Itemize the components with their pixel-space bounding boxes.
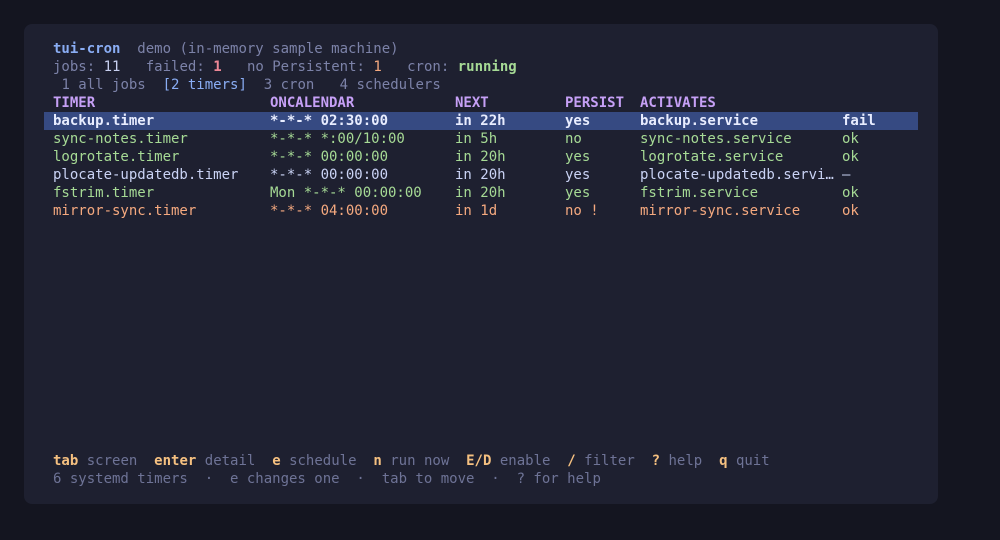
oncalendar-cell: *-*-* *:00/10:00 xyxy=(270,131,405,147)
key-quit-desc: quit xyxy=(735,453,770,469)
title-line: tui-cron demo (in-memory sample machine) xyxy=(53,40,399,58)
timer-name-cell: sync-notes.timer xyxy=(53,131,188,147)
key-e: e xyxy=(272,453,281,469)
table-row[interactable]: backup.timer *-*-* 02:30:00 in 22h yes backu… xyxy=(44,112,918,130)
timer-name-cell: backup.timer xyxy=(53,113,155,129)
table-row[interactable]: logrotate.timer *-*-* 00:00:00 in 20h yes lo… xyxy=(44,148,918,166)
column-header-next: NEXT xyxy=(455,95,489,111)
key-enter: enter xyxy=(154,453,197,469)
next-run-cell: in 20h xyxy=(455,185,506,201)
next-run-cell: in 22h xyxy=(455,113,506,129)
key-help-desc: help xyxy=(668,453,703,469)
activates-cell: sync-notes.service xyxy=(640,131,792,147)
key-tab: tab xyxy=(53,453,79,469)
app-subtitle: demo (in-memory sample machine) xyxy=(137,41,399,57)
status-cell: ok xyxy=(842,149,859,165)
cron-label: cron: xyxy=(407,59,450,75)
table-row[interactable]: sync-notes.timer *-*-* *:00/10:00 in 5h no s… xyxy=(44,130,918,148)
persist-cell: yes xyxy=(565,149,591,165)
tab-timers[interactable]: [2 timers] xyxy=(163,77,247,93)
key-n-desc: run now xyxy=(390,453,450,469)
app-name: tui-cron xyxy=(53,41,121,57)
timer-name-cell: fstrim.timer xyxy=(53,185,155,201)
persistent-label: no Persistent: xyxy=(246,59,365,75)
activates-cell: logrotate.service xyxy=(640,149,784,165)
column-header-activates: ACTIVATES xyxy=(640,95,716,111)
key-quit: q xyxy=(719,453,728,469)
status-cell: ok xyxy=(842,131,859,147)
key-filter: / xyxy=(567,453,576,469)
key-enable-desc: enable xyxy=(499,453,551,469)
key-enable: E/D xyxy=(466,453,492,469)
status-cell: fail xyxy=(842,113,876,129)
activates-cell: backup.service xyxy=(640,113,759,129)
tab-all-jobs[interactable]: 1 all jobs xyxy=(61,77,145,93)
status-cell: ok xyxy=(842,185,859,201)
persist-cell: no xyxy=(565,131,582,147)
oncalendar-cell: Mon *-*-* 00:00:00 xyxy=(270,185,422,201)
column-header-timer: TIMER xyxy=(53,95,96,111)
table-row[interactable]: plocate-updatedb.timer *-*-* 00:00:00 in 2… xyxy=(44,166,918,184)
next-run-cell: in 20h xyxy=(455,149,506,165)
tab-bar: 1 all jobs [2 timers] 3 cron 4 scheduler… xyxy=(53,76,441,94)
persist-cell: yes xyxy=(565,167,591,183)
tab-cron[interactable]: 3 cron xyxy=(264,77,315,93)
timer-name-cell: logrotate.timer xyxy=(53,149,180,165)
activates-cell: fstrim.service xyxy=(640,185,759,201)
timer-name-cell: plocate-updatedb.timer xyxy=(53,167,239,183)
table-row[interactable]: fstrim.timer Mon *-*-* 00:00:00 in 20h yes f… xyxy=(44,184,918,202)
terminal-window: tui-cron demo (in-memory sample machine)… xyxy=(24,24,938,504)
oncalendar-cell: *-*-* 00:00:00 xyxy=(270,167,389,183)
timer-name-cell: mirror-sync.timer xyxy=(53,203,197,219)
keybinding-bar: tab screen enter detail e schedule n run… xyxy=(53,452,770,470)
tab-schedulers[interactable]: 4 schedulers xyxy=(340,77,441,93)
failed-label: failed: xyxy=(145,59,205,75)
column-header-persist: PERSIST xyxy=(565,95,625,111)
failed-count: 1 xyxy=(213,59,222,75)
oncalendar-cell: *-*-* 02:30:00 xyxy=(270,113,389,129)
key-n: n xyxy=(373,453,382,469)
hint-line: 6 systemd timers · e changes one · tab t… xyxy=(53,471,601,487)
key-tab-desc: screen xyxy=(86,453,138,469)
status-line: jobs: 11 failed: 1 no Persistent: 1 cron… xyxy=(53,58,517,76)
cron-status: running xyxy=(457,59,517,75)
oncalendar-cell: *-*-* 04:00:00 xyxy=(270,203,389,219)
key-e-desc: schedule xyxy=(289,453,357,469)
status-cell: — xyxy=(842,167,851,183)
oncalendar-cell: *-*-* 00:00:00 xyxy=(270,149,389,165)
activates-cell: plocate-updatedb.servi… xyxy=(640,167,834,183)
status-cell: ok xyxy=(842,203,859,219)
next-run-cell: in 5h xyxy=(455,131,498,147)
persist-cell: yes xyxy=(565,185,591,201)
key-filter-desc: filter xyxy=(584,453,635,469)
persist-cell: yes xyxy=(565,113,591,129)
table-row[interactable]: mirror-sync.timer *-*-* 04:00:00 in 1d no !… xyxy=(44,202,918,220)
next-run-cell: in 1d xyxy=(455,203,498,219)
key-help: ? xyxy=(651,453,661,469)
activates-cell: mirror-sync.service xyxy=(640,203,801,219)
jobs-count: 11 xyxy=(103,59,121,75)
persist-cell: no ! xyxy=(565,203,599,219)
column-header-oncalendar: ONCALENDAR xyxy=(270,95,355,111)
next-run-cell: in 20h xyxy=(455,167,506,183)
jobs-label: jobs: xyxy=(53,59,96,75)
persistent-count: 1 xyxy=(373,59,382,75)
key-enter-desc: detail xyxy=(204,453,256,469)
